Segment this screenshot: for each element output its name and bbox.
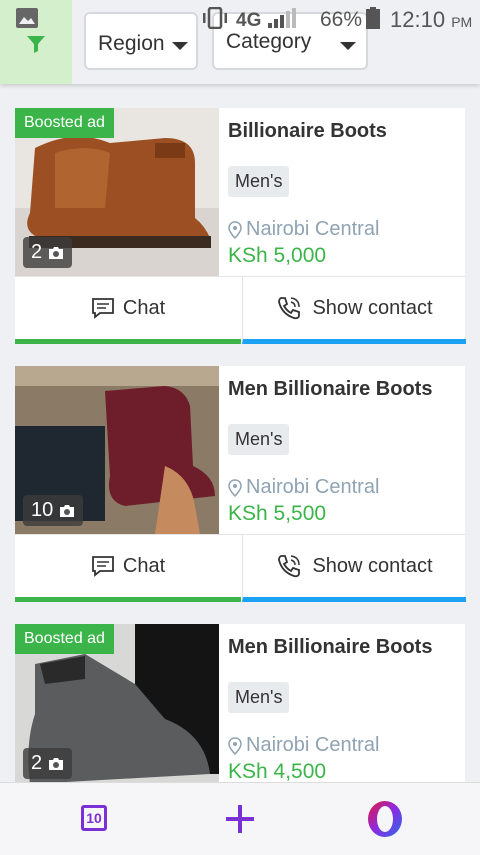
chevron-down-icon [340, 42, 356, 50]
listing-title[interactable]: Men Billionaire Boots [228, 378, 432, 401]
camera-icon [49, 757, 64, 770]
photo-count: 10 [23, 495, 84, 526]
opera-icon[interactable] [366, 800, 404, 838]
price: KSh 4,500 [228, 760, 327, 782]
chat-button[interactable]: Chat [15, 535, 241, 602]
camera-icon [49, 246, 64, 259]
listing-actions: Chat Show contact [15, 534, 466, 602]
chat-icon [91, 298, 114, 319]
chat-button[interactable]: Chat [15, 277, 241, 344]
listing-title[interactable]: Men Billionaire Boots [228, 636, 432, 659]
listing-photo[interactable]: Boosted ad 2 [15, 624, 219, 782]
photo-count: 2 [23, 748, 73, 779]
filter-icon [27, 36, 45, 53]
listing-card[interactable]: Boosted ad 2 Billionaire Boots Men's Nai… [15, 108, 466, 344]
boosted-badge: Boosted ad [15, 624, 114, 654]
show-contact-button[interactable]: Show contact [242, 535, 466, 602]
category-tag: Men's [228, 166, 290, 197]
battery-percent: 66% [320, 8, 363, 31]
location: Nairobi Central [228, 476, 379, 499]
signal-icon [268, 8, 296, 28]
vibrate-icon [203, 7, 227, 29]
tabs-icon[interactable]: 10 [81, 805, 107, 831]
category-tag: Men's [228, 682, 290, 713]
bottom-nav: 10 [0, 782, 480, 855]
phone-icon [278, 297, 301, 320]
listing-photo[interactable]: 10 [15, 366, 219, 534]
show-contact-button[interactable]: Show contact [242, 277, 466, 344]
listing-photo[interactable]: Boosted ad 2 [15, 108, 219, 276]
location-pin-icon [228, 478, 242, 497]
clock: 12:10 PM [390, 7, 473, 32]
battery-icon [366, 7, 380, 29]
price: KSh 5,000 [228, 244, 327, 267]
chevron-down-icon [172, 42, 188, 50]
location-pin-icon [228, 220, 242, 239]
photo-count: 2 [23, 237, 73, 268]
category-tag: Men's [228, 424, 290, 455]
phone-icon [278, 555, 301, 578]
chat-icon [91, 556, 114, 577]
listing-card[interactable]: 10 Men Billionaire Boots Men's Nairobi C… [15, 366, 466, 602]
location: Nairobi Central [228, 734, 379, 757]
listing-card[interactable]: Boosted ad 2 Men Billionaire Boots Men's… [15, 624, 465, 782]
camera-icon [60, 504, 75, 517]
plus-icon[interactable] [224, 803, 256, 835]
location: Nairobi Central [228, 218, 379, 241]
price: KSh 5,500 [228, 502, 327, 525]
location-pin-icon [228, 736, 242, 755]
gallery-icon [16, 8, 38, 28]
listing-title[interactable]: Billionaire Boots [228, 120, 387, 143]
boosted-badge: Boosted ad [15, 108, 114, 138]
network-type: 4G [236, 10, 262, 31]
listing-actions: Chat Show contact [15, 276, 466, 344]
status-bar: 4G 66% 12:10 PM [0, 0, 480, 36]
